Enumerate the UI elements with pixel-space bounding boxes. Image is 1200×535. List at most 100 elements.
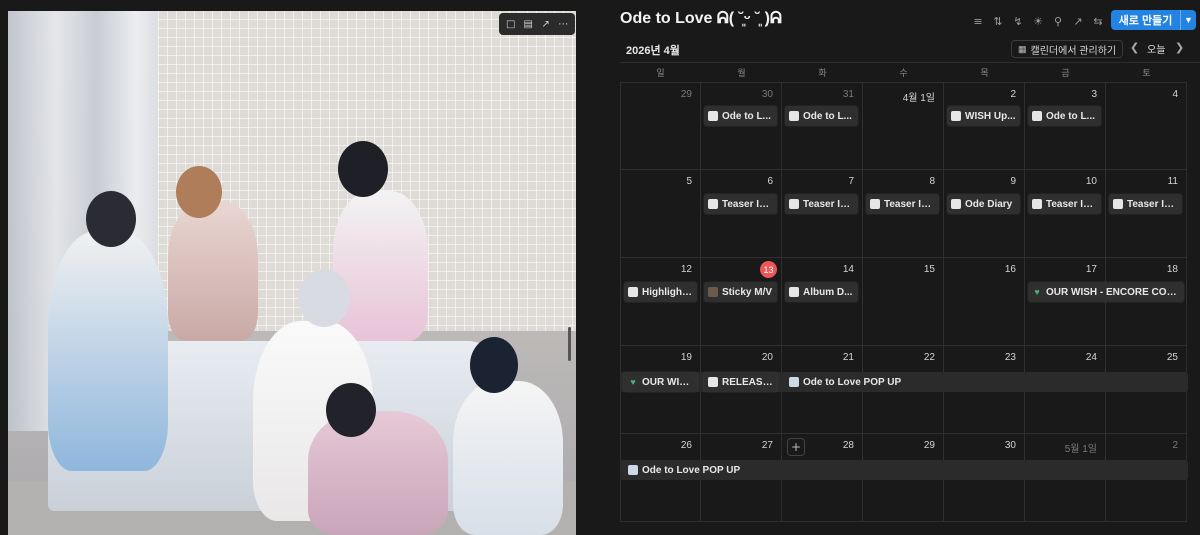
day-number: 17	[1085, 264, 1097, 275]
day-number: 18	[1166, 264, 1178, 275]
event-chip[interactable]: Teaser Im...	[785, 194, 858, 214]
event-chip[interactable]: Teaser Im...	[704, 194, 777, 214]
event-chip[interactable]: Ode to L...	[704, 106, 777, 126]
day-number: 24	[1085, 352, 1097, 363]
day-number: 12	[680, 264, 692, 275]
day-cell[interactable]: 8	[863, 170, 944, 258]
event-span[interactable]: Ode to Love POP UP	[624, 460, 1188, 480]
day-cell[interactable]: 29	[620, 82, 701, 170]
day-cell[interactable]: 5	[620, 170, 701, 258]
settings-icon[interactable]: ⇆	[1088, 11, 1108, 31]
event-chip[interactable]: Teaser Im...	[866, 194, 939, 214]
more-icon[interactable]: ⋯	[556, 17, 570, 31]
caption-icon[interactable]: ▤	[521, 17, 535, 31]
day-cell[interactable]: 6	[701, 170, 782, 258]
day-cell[interactable]: 31	[782, 82, 863, 170]
day-cell[interactable]: 11	[1106, 170, 1187, 258]
event-title: RELEASE !	[722, 376, 773, 388]
today-button[interactable]: 오늘	[1147, 41, 1165, 56]
person-figure	[168, 201, 258, 341]
event-chip[interactable]: Ode Diary	[947, 194, 1020, 214]
search-icon[interactable]: ⚲	[1048, 11, 1068, 31]
event-chip[interactable]: WISH Up...	[947, 106, 1020, 126]
manage-label: 캘린더에서 관리하기	[1030, 45, 1117, 57]
person-figure	[308, 411, 448, 535]
day-cell[interactable]: 17	[1025, 258, 1106, 346]
day-cell[interactable]: 4	[1106, 82, 1187, 170]
day-number: 20	[761, 352, 773, 363]
event-chip[interactable]: Album D...	[785, 282, 858, 302]
day-number: 30	[1004, 440, 1016, 451]
event-title: Sticky M/V	[722, 286, 773, 298]
comment-icon[interactable]: □	[504, 17, 518, 31]
event-chip[interactable]: RELEASE !	[704, 372, 777, 392]
cover-photo	[8, 11, 576, 535]
event-chip[interactable]: Teaser Im...	[1109, 194, 1182, 214]
manage-in-calendar-button[interactable]: ▦ 캘린더에서 관리하기	[1011, 40, 1124, 58]
person-head	[338, 141, 388, 197]
day-cell[interactable]: 16	[944, 258, 1025, 346]
event-title: Ode to Love POP UP	[803, 376, 902, 388]
event-title: Teaser Im...	[803, 198, 854, 210]
day-number: 8	[929, 176, 935, 187]
day-number: 21	[842, 352, 854, 363]
sort-icon[interactable]: ⇅	[988, 11, 1008, 31]
filter-icon[interactable]: ≡	[968, 11, 988, 31]
day-cell[interactable]: 10	[1025, 170, 1106, 258]
calendar-grid: 29 30 31 4월 1일 2 3 4 5 6 7 8 9 10 11 12 …	[620, 82, 1188, 526]
month-label: 2026년 4월	[626, 45, 680, 57]
open-original-icon[interactable]: ↗	[539, 17, 553, 31]
page-icon	[1032, 199, 1042, 209]
day-cell[interactable]: 7	[782, 170, 863, 258]
new-button[interactable]: 새로 만들기 ▼	[1111, 10, 1196, 30]
event-title: Teaser Im...	[884, 198, 935, 210]
day-cell[interactable]: 13	[701, 258, 782, 346]
chevron-left-icon[interactable]: ❮	[1130, 41, 1139, 54]
event-title: Teaser Im...	[722, 198, 773, 210]
chevron-down-icon[interactable]: ▼	[1180, 10, 1196, 30]
day-cell[interactable]: 14	[782, 258, 863, 346]
event-title: Teaser Im...	[1127, 198, 1178, 210]
calendar-icon	[628, 465, 638, 475]
day-cell[interactable]: 9	[944, 170, 1025, 258]
scrollbar-thumb[interactable]	[568, 327, 571, 361]
day-cell[interactable]: 3	[1025, 82, 1106, 170]
add-event-button[interactable]: +	[787, 438, 805, 456]
event-chip[interactable]: Ode to L...	[1028, 106, 1101, 126]
new-button-label: 새로 만들기	[1118, 15, 1173, 27]
event-chip[interactable]: ♥ OUR WIS...	[624, 372, 697, 392]
day-cell[interactable]: 18	[1106, 258, 1187, 346]
chevron-right-icon[interactable]: ❯	[1175, 41, 1184, 54]
event-chip[interactable]: ♥ OUR WISH - ENCORE CON...	[1028, 282, 1184, 302]
expand-icon[interactable]: ↗	[1068, 11, 1088, 31]
event-span[interactable]: Ode to Love POP UP	[785, 372, 1188, 392]
day-cell[interactable]: 12	[620, 258, 701, 346]
day-number: 22	[923, 352, 935, 363]
sun-icon[interactable]: ☀	[1028, 11, 1048, 31]
weekday-label: 월	[737, 68, 746, 78]
day-number: 5월 1일	[1064, 444, 1097, 455]
event-title: Highlight...	[642, 286, 693, 298]
event-chip[interactable]: Ode to L...	[785, 106, 858, 126]
day-cell[interactable]: 15	[863, 258, 944, 346]
day-number: 30	[761, 89, 773, 100]
person-head	[470, 337, 518, 393]
day-cell[interactable]: 2	[944, 82, 1025, 170]
thumbnail-icon	[708, 287, 718, 297]
person-head	[176, 166, 222, 218]
event-chip[interactable]: Sticky M/V	[704, 282, 777, 302]
weekday-label: 일	[656, 68, 665, 78]
person-head	[298, 269, 350, 327]
event-title: OUR WISH - ENCORE CON...	[1046, 286, 1180, 298]
person-head	[326, 383, 376, 437]
day-cell[interactable]: 4월 1일	[863, 82, 944, 170]
person-figure	[48, 231, 168, 471]
event-chip[interactable]: Highlight...	[624, 282, 697, 302]
day-number: 26	[680, 440, 692, 451]
page-icon	[870, 199, 880, 209]
day-cell[interactable]: 30	[701, 82, 782, 170]
today-badge: 13	[760, 261, 777, 278]
page-icon	[789, 111, 799, 121]
event-chip[interactable]: Teaser Im...	[1028, 194, 1101, 214]
automation-icon[interactable]: ↯	[1008, 11, 1028, 31]
